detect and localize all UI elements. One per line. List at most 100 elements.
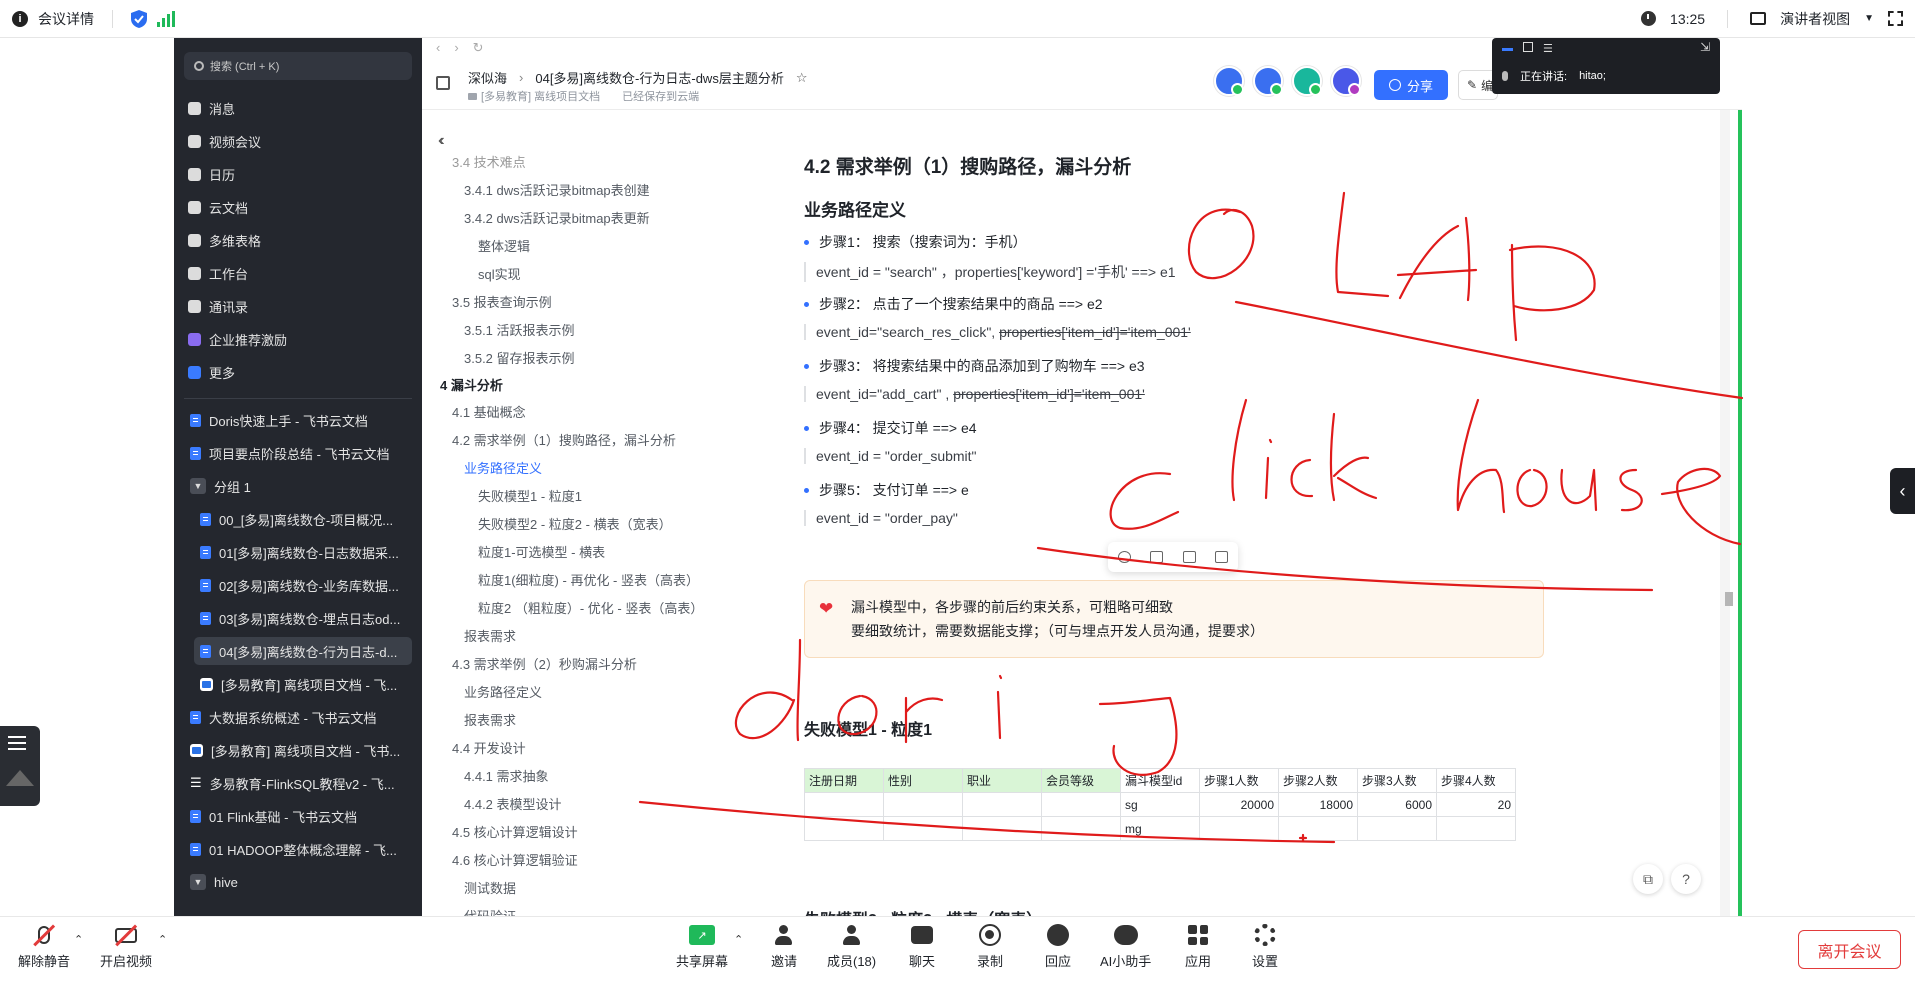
copy-link-icon[interactable]: ⧉ [1633, 864, 1663, 894]
outline-item-active[interactable]: 业务路径定义 [464, 458, 542, 477]
info-icon[interactable]: i [12, 10, 28, 27]
table-cell[interactable] [883, 792, 963, 817]
outline-item[interactable]: 业务路径定义 [464, 682, 542, 701]
members-button[interactable]: 成员(18) [827, 923, 876, 970]
outline-item[interactable]: 3.4.2 dws活跃记录bitmap表更新 [464, 208, 650, 227]
table-header[interactable]: 步骤1人数 [1199, 768, 1279, 793]
meeting-title[interactable]: 会议详情 [38, 9, 94, 29]
outline-item[interactable]: 代码验证 [464, 906, 516, 916]
search-input[interactable]: 搜索 (Ctrl + K) [184, 52, 412, 80]
table-cell[interactable] [1357, 816, 1437, 841]
format-icon[interactable] [1182, 551, 1196, 563]
ai-assistant-button[interactable]: AI小助手 [1100, 923, 1151, 970]
outline-item[interactable]: 3.4 技术难点 [452, 152, 526, 171]
table-header[interactable]: 注册日期 [804, 768, 884, 793]
table-cell[interactable]: sg [1120, 792, 1200, 817]
view-mode-label[interactable]: 演讲者视图 [1780, 9, 1850, 29]
sidebar-doc-active[interactable]: 04[多易]离线数仓-行为日志-d... [194, 637, 412, 665]
sidebar-doc[interactable]: ☰ 多易教育-FlinkSQL教程v2 - 飞... [184, 769, 412, 797]
outline-item[interactable]: 4.4.1 需求抽象 [464, 766, 549, 785]
sidebar-doc[interactable]: 01[多易]离线数仓-日志数据采... [194, 538, 412, 566]
browser-nav-icons[interactable]: ‹›↻ [436, 40, 498, 56]
sidebar-item-more[interactable]: 更多 [188, 360, 235, 384]
window-icon[interactable] [1523, 42, 1533, 52]
outline-item[interactable]: 报表需求 [464, 710, 516, 729]
record-button[interactable]: 录制 [977, 923, 1003, 970]
chevron-left-icon[interactable]: ‹ [1890, 468, 1915, 514]
table-cell[interactable]: 20000 [1199, 792, 1279, 817]
table-cell[interactable] [1436, 816, 1516, 841]
chevron-up-icon[interactable]: ⌃ [734, 933, 743, 946]
home-icon[interactable] [436, 76, 450, 90]
table-cell[interactable] [804, 816, 884, 841]
sidebar-doc[interactable]: 00_[多易]离线数仓-项目概况... [194, 505, 412, 533]
minimize-icon[interactable] [1502, 48, 1513, 51]
avatar[interactable] [1292, 66, 1322, 96]
table-cell[interactable]: 20 [1436, 792, 1516, 817]
sidebar-group[interactable]: ▼ 分组 1 [184, 472, 412, 500]
table-header[interactable]: 漏斗模型id [1120, 768, 1200, 793]
outline-item[interactable]: 粒度2 （粗粒度）- 优化 - 竖表（高表） [478, 598, 703, 617]
react-button[interactable]: 回应 [1045, 923, 1071, 970]
help-icon[interactable]: ? [1671, 864, 1701, 894]
table-header[interactable]: 步骤3人数 [1357, 768, 1437, 793]
apps-button[interactable]: 应用 [1185, 923, 1211, 970]
invite-button[interactable]: 邀请 [771, 923, 797, 970]
table-cell[interactable] [1041, 816, 1121, 841]
table-cell[interactable]: 6000 [1357, 792, 1437, 817]
sidebar-item-bitable[interactable]: 多维表格 [188, 228, 261, 252]
outline-item[interactable]: 粒度1-可选模型 - 横表 [478, 542, 605, 561]
outline-item[interactable]: 3.4.1 dws活跃记录bitmap表创建 [464, 180, 650, 199]
avatar[interactable] [1253, 66, 1283, 96]
chat-button[interactable]: 聊天 [909, 923, 935, 970]
table-cell[interactable]: 18000 [1278, 792, 1358, 817]
chevron-up-icon[interactable]: ⌃ [158, 933, 167, 946]
fullscreen-icon[interactable] [1888, 11, 1903, 26]
comment-icon[interactable] [1215, 551, 1229, 563]
menu-icon[interactable] [8, 736, 26, 750]
table-cell[interactable] [962, 792, 1042, 817]
table-header[interactable]: 性别 [883, 768, 963, 793]
outline-item[interactable]: 4.6 核心计算逻辑验证 [452, 850, 578, 869]
star-icon[interactable]: ☆ [796, 70, 808, 86]
sidebar-group[interactable]: ▼ hive [184, 868, 412, 896]
table-cell[interactable] [1199, 816, 1279, 841]
table-cell[interactable] [1041, 792, 1121, 817]
sidebar-item-cloud-docs[interactable]: 云文档 [188, 195, 248, 219]
outline-item[interactable]: sql实现 [478, 264, 521, 283]
outline-item[interactable]: 整体逻辑 [478, 236, 530, 255]
palette-icon[interactable] [1117, 551, 1131, 563]
sidebar-item-video[interactable]: 视频会议 [188, 129, 261, 153]
outline-item[interactable]: 4.3 需求举例（2）秒购漏斗分析 [452, 654, 637, 673]
caret-down-icon[interactable]: ▼ [190, 874, 206, 890]
expand-icon[interactable]: ⇲ [1700, 40, 1710, 54]
table-cell[interactable]: mg [1120, 816, 1200, 841]
sidebar-item-messages[interactable]: 消息 [188, 96, 235, 120]
avatar[interactable] [1331, 66, 1361, 96]
outline-item[interactable]: 4.1 基础概念 [452, 402, 526, 421]
doc-title[interactable]: 04[多易]离线数仓-行为日志-dws层主题分析 [535, 68, 783, 87]
leave-meeting-button[interactable]: 离开会议 [1798, 930, 1901, 969]
table-cell[interactable] [804, 792, 884, 817]
outline-item[interactable]: 3.5.2 留存报表示例 [464, 348, 575, 367]
table-header[interactable]: 职业 [962, 768, 1042, 793]
settings-button[interactable]: 设置 [1252, 923, 1278, 970]
table-header[interactable]: 会员等级 [1041, 768, 1121, 793]
sidebar-doc[interactable]: 03[多易]离线数仓-埋点日志od... [194, 604, 412, 632]
sidebar-doc[interactable]: 01 Flink基础 - 飞书云文档 [184, 802, 412, 830]
sidebar-doc[interactable]: 02[多易]离线数仓-业务库数据... [194, 571, 412, 599]
sidebar-item-rewards[interactable]: 企业推荐激励 [188, 327, 287, 351]
outline-item[interactable]: 报表需求 [464, 626, 516, 645]
copy-icon[interactable] [1150, 551, 1164, 563]
avatar[interactable] [1214, 66, 1244, 96]
table-cell[interactable] [1278, 816, 1358, 841]
share-screen-button[interactable]: ↗ 共享屏幕 [676, 923, 728, 970]
shield-icon[interactable] [131, 9, 147, 28]
table-header[interactable]: 步骤2人数 [1278, 768, 1358, 793]
scrollbar-thumb[interactable] [1725, 592, 1733, 606]
outline-item[interactable]: 失败模型1 - 粒度1 [478, 486, 582, 505]
sidebar-item-calendar[interactable]: 日历 [188, 162, 235, 186]
outline-item[interactable]: 4 漏斗分析 [440, 375, 503, 394]
sidebar-doc[interactable]: [多易教育] 离线项目文档 - 飞... [194, 670, 412, 698]
sidebar-item-workspace[interactable]: 工作台 [188, 261, 248, 285]
